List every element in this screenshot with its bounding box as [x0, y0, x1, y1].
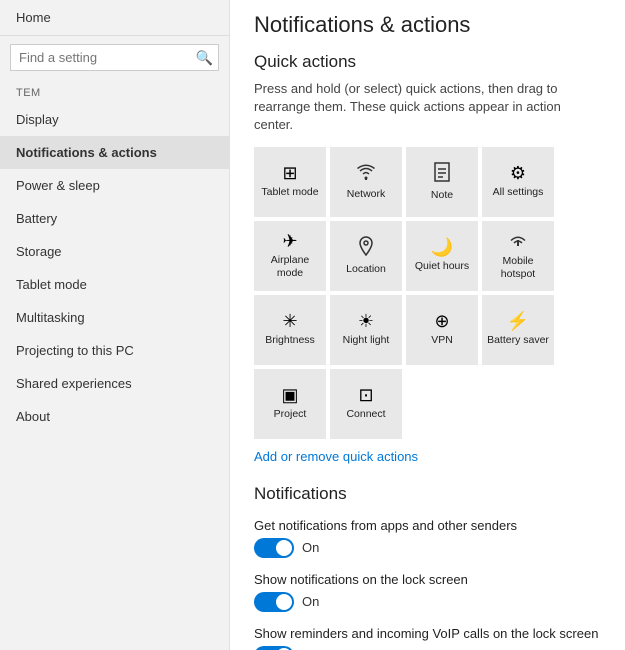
qa-label-network: Network — [347, 188, 386, 201]
all-settings-icon: ⚙ — [510, 164, 526, 182]
search-icon: 🔍 — [196, 49, 213, 66]
qa-tile-brightness[interactable]: ✳ Brightness — [254, 295, 326, 365]
sidebar-home-label: Home — [16, 10, 51, 25]
notif-toggle-1[interactable] — [254, 592, 294, 612]
qa-label-quiet-hours: Quiet hours — [415, 260, 469, 273]
night-light-icon: ☀ — [358, 312, 374, 330]
notif-toggle-row-2: On — [254, 646, 601, 650]
quick-actions-description: Press and hold (or select) quick actions… — [254, 80, 601, 135]
qa-tile-airplane[interactable]: ✈ Airplane mode — [254, 221, 326, 291]
notif-toggle-0[interactable] — [254, 538, 294, 558]
qa-label-connect: Connect — [346, 408, 385, 421]
notif-toggle-row-0: On — [254, 538, 601, 558]
note-icon — [433, 162, 451, 185]
notif-label-1: Show notifications on the lock screen — [254, 572, 601, 587]
qa-label-battery-saver: Battery saver — [487, 334, 549, 347]
qa-label-project: Project — [274, 408, 307, 421]
search-input[interactable] — [10, 44, 219, 71]
sidebar-item-multitasking[interactable]: Multitasking — [0, 301, 229, 334]
main-content: Notifications & actions Quick actions Pr… — [230, 0, 625, 650]
sidebar-item-power[interactable]: Power & sleep — [0, 169, 229, 202]
qa-tile-tablet-mode[interactable]: ⊞ Tablet mode — [254, 147, 326, 217]
sidebar-item-projecting[interactable]: Projecting to this PC — [0, 334, 229, 367]
location-icon — [359, 236, 373, 259]
sidebar: Home 🔍 tem Display Notifications & actio… — [0, 0, 230, 650]
qa-label-mobile-hotspot: Mobile hotspot — [486, 255, 550, 280]
qa-label-vpn: VPN — [431, 334, 453, 347]
quick-actions-title: Quick actions — [254, 52, 601, 72]
notif-state-0: On — [302, 540, 319, 555]
page-title: Notifications & actions — [254, 12, 601, 38]
battery-saver-icon: ⚡ — [507, 312, 529, 330]
sidebar-section-label: tem — [0, 79, 229, 103]
qa-label-brightness: Brightness — [265, 334, 315, 347]
sidebar-item-battery[interactable]: Battery — [0, 202, 229, 235]
notif-state-1: On — [302, 594, 319, 609]
sidebar-item-tablet[interactable]: Tablet mode — [0, 268, 229, 301]
qa-label-night-light: Night light — [343, 334, 390, 347]
sidebar-home[interactable]: Home — [0, 0, 229, 36]
notif-item-2: Show reminders and incoming VoIP calls o… — [254, 626, 601, 650]
qa-label-location: Location — [346, 263, 386, 276]
qa-tile-project[interactable]: ▣ Project — [254, 369, 326, 439]
network-icon — [356, 163, 376, 184]
qa-tile-network[interactable]: Network — [330, 147, 402, 217]
airplane-icon: ✈ — [282, 232, 297, 250]
qa-label-tablet-mode: Tablet mode — [261, 186, 318, 199]
sidebar-item-about[interactable]: About — [0, 400, 229, 433]
qa-tile-all-settings[interactable]: ⚙ All settings — [482, 147, 554, 217]
notif-item-0: Get notifications from apps and other se… — [254, 518, 601, 558]
qa-tile-quiet-hours[interactable]: 🌙 Quiet hours — [406, 221, 478, 291]
notif-label-2: Show reminders and incoming VoIP calls o… — [254, 626, 601, 641]
notif-toggle-row-1: On — [254, 592, 601, 612]
notif-label-0: Get notifications from apps and other se… — [254, 518, 601, 533]
qa-tile-vpn[interactable]: ⊕ VPN — [406, 295, 478, 365]
notif-toggle-2[interactable] — [254, 646, 294, 650]
qa-label-airplane: Airplane mode — [258, 254, 322, 279]
qa-tile-battery-saver[interactable]: ⚡ Battery saver — [482, 295, 554, 365]
connect-icon: ⊡ — [358, 386, 373, 404]
sidebar-item-notifications[interactable]: Notifications & actions — [0, 136, 229, 169]
tablet-mode-icon: ⊞ — [282, 164, 297, 182]
sidebar-item-display[interactable]: Display — [0, 103, 229, 136]
qa-tile-location[interactable]: Location — [330, 221, 402, 291]
qa-tile-note[interactable]: Note — [406, 147, 478, 217]
quiet-hours-icon: 🌙 — [431, 238, 453, 256]
notifications-section: Notifications Get notifications from app… — [254, 484, 601, 650]
qa-tile-connect[interactable]: ⊡ Connect — [330, 369, 402, 439]
qa-tile-mobile-hotspot[interactable]: Mobile hotspot — [482, 221, 554, 291]
sidebar-search-container: 🔍 — [10, 44, 219, 71]
vpn-icon: ⊕ — [434, 312, 449, 330]
mobile-hotspot-icon — [509, 230, 527, 251]
notif-item-1: Show notifications on the lock screen On — [254, 572, 601, 612]
quick-actions-grid: ⊞ Tablet mode Network — [254, 147, 601, 439]
project-icon: ▣ — [281, 386, 298, 404]
qa-label-note: Note — [431, 189, 453, 202]
notifications-title: Notifications — [254, 484, 601, 504]
sidebar-item-shared[interactable]: Shared experiences — [0, 367, 229, 400]
add-remove-link[interactable]: Add or remove quick actions — [254, 449, 601, 464]
brightness-icon: ✳ — [282, 312, 297, 330]
sidebar-item-storage[interactable]: Storage — [0, 235, 229, 268]
qa-tile-night-light[interactable]: ☀ Night light — [330, 295, 402, 365]
qa-label-all-settings: All settings — [493, 186, 544, 199]
